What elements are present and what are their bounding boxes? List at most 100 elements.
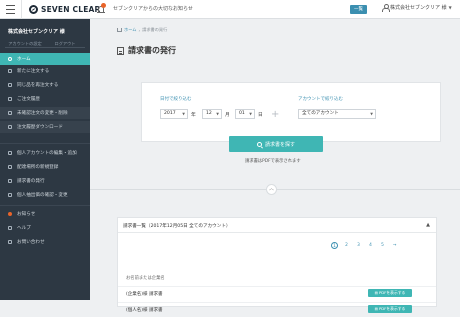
breadcrumb-separator: › — [138, 27, 141, 33]
sidebar-item-label: お問い合わせ — [17, 240, 45, 245]
month-value: 12 — [206, 111, 212, 116]
month-select[interactable]: 12 ▼ — [202, 109, 222, 119]
sidebar-item-personal-accounts[interactable]: 個人アカウントの編集・追加 — [0, 147, 90, 159]
sidebar-item-news[interactable]: お知らせ — [0, 208, 90, 220]
logo[interactable]: SEVEN CLEAR — [29, 4, 101, 15]
cart-icon — [8, 69, 12, 73]
notification-dot — [101, 3, 106, 8]
chevron-down-icon: ▼ — [216, 112, 219, 116]
home-icon — [8, 57, 12, 61]
day-unit: 日 — [258, 113, 263, 118]
sidebar-item-new-order[interactable]: 新たに注文する — [0, 65, 90, 77]
sidebar-tabs: アカウントの設定 ログアウト — [5, 40, 85, 48]
location-icon — [8, 165, 12, 169]
chevron-down-icon: ▼ — [448, 5, 452, 10]
sidebar-item-contact[interactable]: お問い合わせ — [0, 236, 90, 248]
logo-mark-icon — [29, 5, 38, 14]
search-button-label: 請求書を探す — [264, 141, 295, 148]
page-5[interactable]: 5 — [379, 242, 386, 249]
page-2[interactable]: 2 — [343, 242, 350, 249]
day-select[interactable]: 01 ▼ — [235, 109, 255, 119]
sidebar: 株式会社セブンクリア 様 アカウントの設定 ログアウト ホーム 新たに注文する … — [0, 19, 90, 300]
filter-card: 日付で絞り込む 2017 ▼ 年 12 ▼ 月 01 ▼ 日 + アカウントで絞り込む… — [141, 82, 441, 142]
sidebar-item-label: ご注文履歴 — [17, 97, 40, 102]
sidebar-item-history-download[interactable]: 注文履歴ダウンロード — [0, 121, 90, 133]
home-icon[interactable] — [117, 28, 122, 32]
year-select[interactable]: 2017 ▼ — [160, 109, 188, 119]
price-icon — [8, 193, 12, 197]
plus-icon: + — [271, 109, 280, 120]
bell-icon[interactable] — [97, 3, 106, 14]
account-value: 全てのアカウント — [302, 111, 339, 116]
notification-dot-icon — [8, 212, 12, 216]
view-pdf-button[interactable]: PDFを表示する — [368, 305, 412, 313]
sidebar-item-label: 請求書の発行 — [17, 179, 45, 184]
sidebar-company-name: 株式会社セブンクリア 様 — [8, 29, 65, 35]
page-3[interactable]: 3 — [355, 242, 362, 249]
tab-account-settings[interactable]: アカウントの設定 — [5, 40, 45, 48]
sidebar-item-reorder[interactable]: 同じ品を再注文する — [0, 79, 90, 91]
table-row: (企業名)様 請求書 PDFを表示する — [118, 286, 436, 301]
pagination: 1 2 3 4 5 → — [331, 242, 398, 249]
year-unit: 年 — [191, 113, 196, 118]
history-icon — [8, 97, 12, 101]
tab-logout[interactable]: ログアウト — [45, 40, 85, 48]
column-header-name: お名前または企業名 — [126, 276, 165, 281]
list-button[interactable]: 一覧 — [350, 5, 367, 14]
main-content: ホーム › 請求書の発行 請求書の発行 日付で絞り込む 2017 ▼ 年 12 ▼ … — [90, 19, 460, 313]
page-4[interactable]: 4 — [367, 242, 374, 249]
pdf-hint: 請求書はPDFで表示されます — [245, 159, 301, 164]
sidebar-item-invoice[interactable]: 請求書の発行 — [0, 175, 90, 187]
menu-icon[interactable] — [6, 5, 15, 14]
view-pdf-button[interactable]: PDFを表示する — [368, 289, 412, 297]
page-title-text: 請求書の発行 — [128, 46, 176, 55]
chevron-down-icon: ▼ — [370, 112, 373, 116]
row-name: (企業名)様 請求書 — [126, 292, 163, 297]
sidebar-item-individual-price[interactable]: 個人抽出価の確認・変更 — [0, 189, 90, 201]
sidebar-item-home[interactable]: ホーム — [0, 53, 90, 65]
sidebar-item-edit-unconfirmed[interactable]: 未確認注文の変更・削除 — [0, 107, 90, 119]
collapse-chevron-up-icon[interactable]: ︿ — [266, 184, 277, 195]
repeat-icon — [8, 83, 12, 87]
breadcrumb: ホーム › 請求書の発行 — [117, 27, 167, 33]
chevron-down-icon: ▼ — [249, 112, 252, 116]
users-icon — [8, 151, 12, 155]
results-title: 請求書一覧（2017年12月05日 全てのアカウント） — [123, 224, 231, 229]
next-page-icon[interactable]: → — [391, 242, 398, 249]
year-value: 2017 — [164, 111, 176, 116]
search-icon — [256, 141, 262, 147]
sidebar-item-label: 個人アカウントの編集・追加 — [17, 151, 77, 156]
table-row: (個人名)様 請求書 PDFを表示する — [118, 302, 436, 317]
account-select[interactable]: 全てのアカウント ▼ — [298, 109, 376, 119]
top-bar: SEVEN CLEAR セブンクリアからの大切なお知らせ 一覧 株式会社セブンク… — [0, 0, 460, 19]
results-header: 請求書一覧（2017年12月05日 全てのアカウント） ▲ — [118, 218, 436, 233]
search-invoice-button[interactable]: 請求書を探す — [229, 136, 323, 152]
mail-icon — [8, 240, 12, 244]
sidebar-item-label: 注文履歴ダウンロード — [17, 125, 63, 130]
breadcrumb-current: 請求書の発行 — [142, 27, 168, 32]
sidebar-item-order-history[interactable]: ご注文履歴 — [0, 93, 90, 105]
user-icon — [382, 4, 390, 12]
breadcrumb-home[interactable]: ホーム — [124, 27, 136, 33]
day-value: 01 — [239, 111, 245, 116]
help-icon — [8, 226, 12, 230]
document-icon — [117, 46, 124, 55]
account-menu[interactable]: 株式会社セブンクリア 様 ▼ — [382, 4, 452, 12]
logo-text: SEVEN CLEAR — [41, 5, 101, 14]
sidebar-item-delivery-location[interactable]: 配達場所の新規登録 — [0, 161, 90, 173]
edit-icon — [8, 111, 12, 115]
sidebar-item-label: 新たに注文する — [17, 69, 50, 74]
sidebar-divider — [0, 143, 90, 144]
page-1[interactable]: 1 — [331, 242, 338, 249]
collapse-icon[interactable]: ▲ — [426, 222, 430, 228]
sidebar-item-help[interactable]: ヘルプ — [0, 222, 90, 234]
sidebar-item-label: ヘルプ — [17, 226, 31, 231]
sidebar-divider — [0, 205, 90, 206]
sidebar-item-label: 同じ品を再注文する — [17, 83, 59, 88]
date-filter-label: 日付で絞り込む — [160, 97, 192, 102]
notice-link[interactable]: セブンクリアからの大切なお知らせ — [113, 5, 193, 12]
account-name: 株式会社セブンクリア 様 — [390, 5, 447, 11]
sidebar-item-label: 未確認注文の変更・削除 — [17, 111, 68, 116]
page-title: 請求書の発行 — [117, 45, 176, 56]
invoice-icon — [8, 179, 12, 183]
